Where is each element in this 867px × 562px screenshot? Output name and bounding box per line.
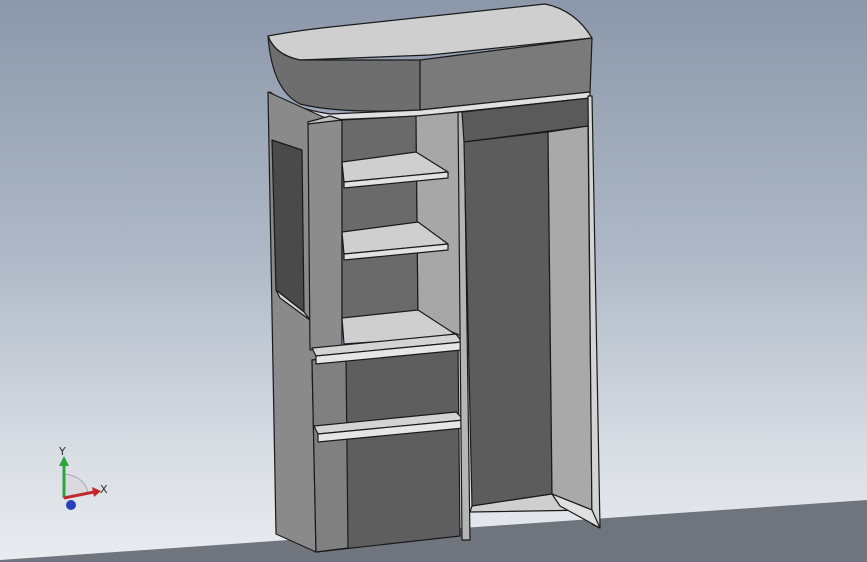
shelf-bay-right-wall	[415, 111, 463, 337]
3d-viewport[interactable]: Y X	[0, 0, 867, 562]
lower-cabinet-left-edge	[311, 355, 349, 553]
shelf-bay-back	[341, 115, 419, 323]
coordinate-triad: Y X	[58, 445, 108, 510]
x-axis-label: X	[100, 483, 108, 496]
cad-scene[interactable]: Y X	[0, 0, 867, 562]
z-axis-marker	[66, 500, 76, 510]
y-axis-label: Y	[58, 445, 66, 458]
right-section-inner-wall	[547, 125, 593, 511]
right-section-back	[463, 131, 553, 507]
wardrobe-model[interactable]	[267, 3, 601, 553]
left-side-window	[271, 139, 305, 313]
divider-column-front	[307, 119, 343, 351]
